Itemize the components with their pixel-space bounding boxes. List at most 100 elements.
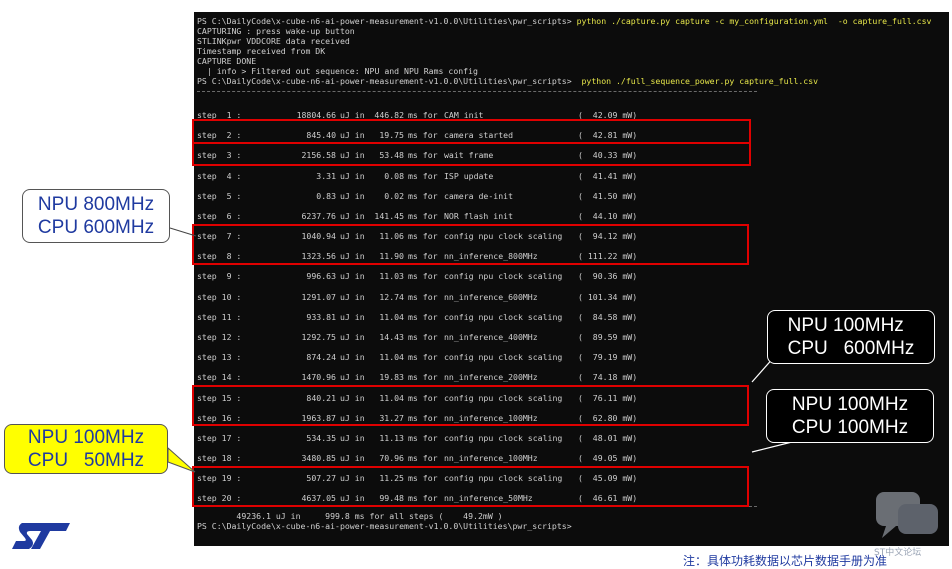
duration-unit: ms for: [408, 352, 438, 363]
duration-unit: ms for: [408, 271, 438, 282]
step-row: step 10 :1291.07 uJ in 12.74 ms for( 101.34…: [194, 291, 754, 303]
separator-line: [197, 91, 757, 92]
forum-watermark-icon: [876, 492, 938, 538]
step-row: step 5 :0.83 uJ in 0.02 ms for( 41.50 mW) ca…: [194, 190, 754, 202]
total-line: 49236.1 uJ in 999.8 ms for all steps ( 4…: [197, 511, 503, 521]
energy-value: 6237.76: [301, 210, 336, 221]
duration-value: 141.45: [374, 210, 404, 221]
step-label: step 6 :: [197, 210, 242, 221]
step-row: step 14 :1470.96 uJ in 19.83 ms for( 74.18 …: [194, 371, 754, 383]
step-label: step 5 :: [197, 190, 242, 201]
st-logo: [12, 523, 70, 549]
power-value: ( 89.59 mW): [578, 332, 638, 342]
duration-value: 70.96: [379, 453, 404, 464]
callout-npu100-cpu50: NPU 100MHz CPU 50MHz: [4, 424, 168, 474]
terminal-line: Timestamp received from DK: [197, 46, 326, 56]
step-row: step 9 :996.63 uJ in 11.03 ms for( 90.36 mW…: [194, 270, 754, 282]
energy-value: 874.24: [306, 352, 336, 363]
step-row: step 4 :3.31 uJ in 0.08 ms for( 41.41 mW) IS…: [194, 170, 754, 182]
step-label: step 17 :: [197, 432, 242, 443]
duration-unit: ms for: [408, 170, 438, 181]
power-value: ( 49.05 mW): [578, 453, 638, 464]
duration-unit: ms for: [408, 432, 438, 443]
power-value: ( 48.01 mW): [578, 432, 638, 443]
energy-value: 1292.75: [301, 332, 336, 342]
power-value: ( 79.19 mW): [578, 352, 638, 363]
step-description: camera de-init: [444, 190, 514, 201]
highlight-step-3: [192, 142, 751, 166]
power-value: ( 41.50 mW): [578, 190, 638, 201]
step-label: step 11 :: [197, 311, 242, 322]
step-label: step 12 :: [197, 332, 242, 342]
step-description: nn_inference_400MHz: [444, 332, 538, 342]
duration-unit: ms for: [408, 453, 438, 464]
callout-npu100-cpu600: NPU 100MHz CPU 600MHz: [767, 310, 935, 364]
power-value: ( 44.10 mW): [578, 210, 638, 221]
duration-value: 19.83: [379, 372, 404, 383]
step-label: step 14 :: [197, 372, 242, 383]
step-label: step 18 :: [197, 453, 242, 464]
power-value: ( 84.58 mW): [578, 311, 638, 322]
duration-value: 12.74: [379, 291, 404, 302]
duration-unit: ms for: [408, 190, 438, 201]
callout-npu800-cpu600: NPU 800MHz CPU 600MHz: [22, 189, 170, 243]
power-value: ( 41.41 mW): [578, 170, 638, 181]
energy-value: 1291.07: [301, 291, 336, 302]
duration-value: 14.43: [379, 332, 404, 342]
duration-unit: ms for: [408, 332, 438, 342]
step-description: config npu clock scaling: [444, 271, 563, 282]
step-description: config npu clock scaling: [444, 352, 563, 363]
energy-value: 1470.96: [301, 372, 336, 383]
step-row: step 6 :6237.76 uJ in 141.45 ms for( 44.10 …: [194, 210, 754, 222]
step-row: step 13 :874.24 uJ in 11.04 ms for( 79.19 m…: [194, 351, 754, 363]
energy-value: 3480.85: [301, 453, 336, 464]
step-description: ISP update: [444, 170, 494, 181]
terminal-prompt[interactable]: PS C:\DailyCode\x-cube-n6-ai-power-measu…: [197, 521, 572, 531]
highlight-steps-15-16: [192, 385, 749, 426]
energy-value: 534.35: [306, 432, 336, 443]
terminal-line: PS C:\DailyCode\x-cube-n6-ai-power-measu…: [197, 16, 932, 26]
step-description: nn_inference_600MHz: [444, 291, 538, 302]
terminal-line: CAPTURING : press wake-up button: [197, 26, 355, 36]
step-label: step 9 :: [197, 271, 242, 282]
duration-unit: ms for: [408, 291, 438, 302]
callout-npu100-cpu100: NPU 100MHz CPU 100MHz: [766, 389, 934, 443]
terminal-line: | info > Filtered out sequence: NPU and …: [197, 66, 478, 76]
step-row: step 12 :1292.75 uJ in 14.43 ms for( 89.59 …: [194, 331, 754, 343]
duration-value: 11.04: [379, 352, 404, 363]
step-description: NOR flash init: [444, 210, 514, 221]
step-description: nn_inference_100MHz: [444, 453, 538, 464]
step-description: config npu clock scaling: [444, 311, 563, 322]
terminal-line: CAPTURE DONE: [197, 56, 257, 66]
highlight-steps-19-20: [192, 466, 749, 507]
duration-unit: ms for: [408, 210, 438, 221]
duration-value: 11.04: [379, 311, 404, 322]
highlight-step-2: [192, 119, 751, 144]
highlight-steps-7-8: [192, 224, 749, 265]
duration-unit: ms for: [408, 311, 438, 322]
step-description: nn_inference_200MHz: [444, 372, 538, 383]
power-value: ( 101.34 mW): [578, 291, 638, 302]
power-value: ( 74.18 mW): [578, 372, 638, 383]
duration-value: 0.08: [384, 170, 404, 181]
footnote: 注：具体功耗数据以芯片数据手册为准: [683, 554, 888, 568]
step-label: step 13 :: [197, 352, 242, 363]
step-row: step 18 :3480.85 uJ in 70.96 ms for( 49.05 …: [194, 452, 754, 464]
terminal-line: STLINKpwr VDDCORE data received: [197, 36, 350, 46]
duration-value: 0.02: [384, 190, 404, 201]
terminal-line: PS C:\DailyCode\x-cube-n6-ai-power-measu…: [197, 76, 819, 86]
energy-value: 996.63: [306, 271, 336, 282]
leader-cpu50: [167, 446, 196, 473]
step-row: step 17 :534.35 uJ in 11.13 ms for( 48.01 m…: [194, 432, 754, 444]
energy-value: 0.83: [316, 190, 336, 201]
step-label: step 4 :: [197, 170, 242, 181]
step-label: step 10 :: [197, 291, 242, 302]
step-description: config npu clock scaling: [444, 432, 563, 443]
duration-value: 11.03: [379, 271, 404, 282]
duration-unit: ms for: [408, 372, 438, 383]
power-value: ( 90.36 mW): [578, 271, 638, 282]
energy-value: 933.81: [306, 311, 336, 322]
energy-value: 3.31: [316, 170, 336, 181]
duration-value: 11.13: [379, 432, 404, 443]
step-row: step 11 :933.81 uJ in 11.04 ms for( 84.58 m…: [194, 311, 754, 323]
